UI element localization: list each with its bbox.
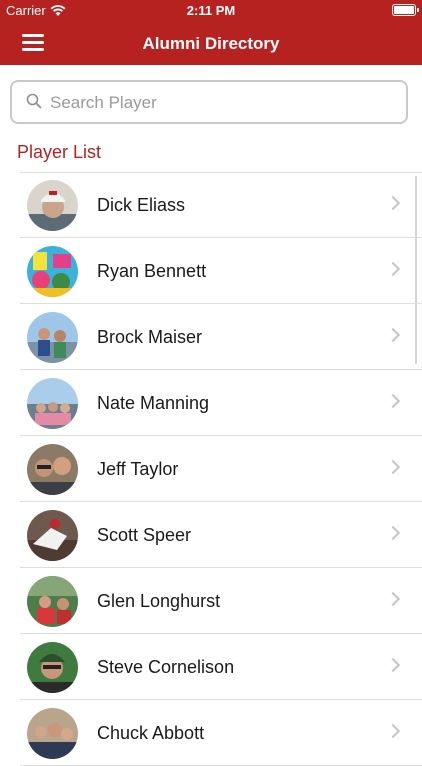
avatar xyxy=(27,246,78,297)
search-bar[interactable] xyxy=(10,80,408,124)
avatar xyxy=(27,510,78,561)
avatar xyxy=(27,378,78,429)
chevron-right-icon xyxy=(385,393,401,409)
player-name: Brock Maiser xyxy=(97,327,203,347)
avatar xyxy=(27,180,78,231)
page-title: Alumni Directory xyxy=(142,34,280,53)
player-name: Chuck Abbott xyxy=(97,723,205,743)
player-name: Dick Eliass xyxy=(97,195,186,215)
chevron-right-icon xyxy=(385,591,401,607)
battery-icon xyxy=(392,4,419,16)
player-row[interactable]: Jeff Taylor xyxy=(0,436,422,502)
avatar xyxy=(27,642,78,693)
chevron-right-icon xyxy=(385,723,401,739)
player-row[interactable]: Steve Cornelison xyxy=(0,634,422,700)
status-right xyxy=(392,4,419,16)
player-row[interactable]: Glen Longhurst xyxy=(0,568,422,634)
player-name: Glen Longhurst xyxy=(97,591,221,611)
search-icon xyxy=(26,93,42,109)
avatar xyxy=(27,312,78,363)
player-row[interactable]: Nate Manning xyxy=(0,370,422,436)
avatar xyxy=(27,708,78,759)
player-row[interactable]: Brock Maiser xyxy=(0,304,422,370)
nav-bar: Alumni Directory xyxy=(0,22,422,65)
chevron-right-icon xyxy=(385,195,401,211)
player-row[interactable]: Dick Eliass xyxy=(0,172,422,238)
chevron-right-icon xyxy=(385,261,401,277)
chevron-right-icon xyxy=(385,459,401,475)
chevron-right-icon xyxy=(385,327,401,343)
search-input[interactable] xyxy=(48,82,402,124)
player-name: Steve Cornelison xyxy=(97,657,235,677)
avatar xyxy=(27,444,78,495)
player-list: Dick Eliass Ryan Bennett Brock Maiser Na… xyxy=(0,172,422,766)
status-time: 2:11 PM xyxy=(186,3,236,18)
chevron-right-icon xyxy=(385,525,401,541)
player-name: Scott Speer xyxy=(97,525,192,545)
player-name: Jeff Taylor xyxy=(97,459,179,479)
player-name: Nate Manning xyxy=(97,393,210,413)
avatar xyxy=(27,576,78,627)
player-row[interactable]: Chuck Abbott xyxy=(0,700,422,766)
status-bar: Carrier 2:11 PM xyxy=(0,0,422,22)
player-row[interactable]: Scott Speer xyxy=(0,502,422,568)
section-title: Player List xyxy=(17,142,102,162)
player-row[interactable]: Ryan Bennett xyxy=(0,238,422,304)
player-name: Ryan Bennett xyxy=(97,261,207,281)
chevron-right-icon xyxy=(385,657,401,673)
